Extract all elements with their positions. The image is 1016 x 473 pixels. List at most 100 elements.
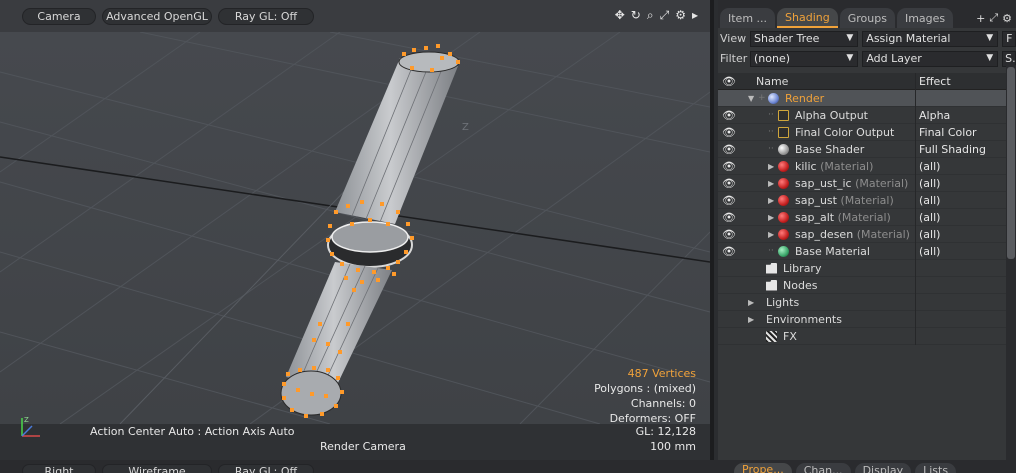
maximize-icon[interactable]: ⤢ — [660, 8, 670, 23]
filter-dropdown-value: (none) — [754, 52, 791, 65]
tree-row-sap-ust-ic[interactable]: 👁 ▶ sap_ust_ic (Material) (all) — [718, 174, 1016, 192]
view-dropdown[interactable]: Shader Tree ▼ — [750, 30, 859, 47]
view-dropdown-value: Shader Tree — [754, 32, 820, 45]
tree-scrollbar[interactable] — [1006, 65, 1016, 460]
tree-item-effect[interactable]: (all) — [916, 211, 940, 224]
eye-icon[interactable]: 👁 — [718, 143, 740, 156]
clapperboard-icon — [766, 330, 777, 342]
channel-count: Channels: 0 — [630, 397, 696, 410]
ray-gl-toggle[interactable]: Ray GL: Off — [218, 7, 314, 25]
tree-row-base-shader[interactable]: 👁 ·· Base Shader Full Shading — [718, 140, 1016, 158]
view-dropdown-bottom[interactable]: Right — [22, 464, 96, 473]
eye-icon[interactable]: 👁 — [718, 245, 740, 258]
tree-item-label: Nodes — [783, 278, 818, 292]
eye-icon[interactable]: 👁 — [718, 194, 740, 207]
tab-lists[interactable]: Lists — [915, 463, 957, 473]
tree-row-alpha-output[interactable]: 👁 ·· Alpha Output Alpha — [718, 106, 1016, 124]
tree-item-effect[interactable]: Alpha — [916, 109, 950, 122]
tab-groups[interactable]: Groups — [839, 8, 895, 28]
tree-row-nodes[interactable]: Nodes — [718, 276, 1016, 294]
tab-shading[interactable]: Shading — [777, 8, 838, 28]
tab-channels[interactable]: Chan... — [795, 463, 851, 473]
material-icon — [778, 194, 789, 206]
lower-panels: Right Wireframe Ray GL: Off Prope... Cha… — [0, 460, 1016, 473]
tree-row-render[interactable]: ▼ + Render — [718, 89, 1016, 107]
expand-arrow-icon[interactable]: ▶ — [748, 315, 758, 324]
3d-viewport[interactable]: Camera Advanced OpenGL Ray GL: Off ✥ ↻ ⌕… — [0, 0, 714, 460]
tree-item-label: Environments — [766, 312, 842, 326]
eye-icon[interactable]: 👁 — [718, 177, 740, 190]
tab-display[interactable]: Display — [854, 463, 912, 473]
expand-arrow-icon[interactable]: ▶ — [768, 196, 778, 205]
shader-icon — [778, 143, 789, 155]
tab-item[interactable]: Item ... — [720, 8, 776, 28]
scrollbar-thumb[interactable] — [1007, 67, 1015, 259]
effect-column-header[interactable]: Effect — [916, 75, 951, 88]
add-tab-icon[interactable]: + — [976, 12, 985, 25]
tree-row-final-color-output[interactable]: 👁 ·· Final Color Output Final Color — [718, 123, 1016, 141]
tree-row-library[interactable]: Library — [718, 259, 1016, 277]
filter-row: Filter (none) ▼ Add Layer ▼ S... — [718, 49, 1016, 68]
eye-icon[interactable]: 👁 — [718, 126, 740, 139]
tree-item-effect[interactable]: (all) — [916, 228, 940, 241]
tree-item-label: Lights — [766, 295, 800, 309]
tree-item-effect[interactable]: Full Shading — [916, 143, 986, 156]
tree-item-effect[interactable]: (all) — [916, 194, 940, 207]
tab-properties[interactable]: Prope... — [734, 463, 792, 473]
expand-arrow-icon[interactable]: ▶ — [768, 230, 778, 239]
tree-row-kilic[interactable]: 👁 ▶ kilic (Material) (all) — [718, 157, 1016, 175]
filter-dropdown[interactable]: (none) ▼ — [750, 50, 859, 67]
tree-item-effect[interactable]: (all) — [916, 245, 940, 258]
s-button-label: S... — [1005, 52, 1016, 65]
action-center-label: Action Center Auto : Action Axis Auto — [90, 425, 295, 438]
ray-gl-toggle-bottom[interactable]: Ray GL: Off — [218, 464, 314, 473]
svg-text:Z: Z — [24, 416, 29, 424]
material-icon — [778, 228, 789, 240]
expand-arrow-icon[interactable]: ▼ — [748, 94, 758, 103]
render-mode-dropdown-bottom[interactable]: Wireframe — [102, 464, 212, 473]
eye-icon[interactable]: 👁 — [718, 211, 740, 224]
tree-item-effect[interactable]: (all) — [916, 160, 940, 173]
camera-dropdown[interactable]: Camera — [22, 7, 96, 25]
tree-item-label: sap_desen — [795, 227, 854, 241]
tree-row-sap-desen[interactable]: 👁 ▶ sap_desen (Material) (all) — [718, 225, 1016, 243]
name-column-header[interactable]: Name — [740, 72, 916, 90]
eye-icon[interactable]: 👁 — [718, 228, 740, 241]
rotate-icon[interactable]: ↻ — [631, 8, 641, 23]
filter-label: Filter — [720, 52, 748, 65]
f-button[interactable]: F — [1002, 30, 1016, 47]
expand-arrow-icon[interactable]: ▶ — [768, 162, 778, 171]
tree-item-effect[interactable]: Final Color — [916, 126, 977, 139]
render-mode-dropdown[interactable]: Advanced OpenGL — [102, 7, 212, 25]
gear-icon[interactable]: ⚙ — [1002, 12, 1012, 25]
tree-row-sap-ust[interactable]: 👁 ▶ sap_ust (Material) (all) — [718, 191, 1016, 209]
chevron-down-icon: ▼ — [986, 52, 994, 63]
axis-gizmo-icon: Z — [21, 416, 40, 437]
assign-material-dropdown[interactable]: Assign Material ▼ — [862, 30, 999, 47]
tree-row-fx[interactable]: FX — [718, 327, 1016, 345]
expand-icon[interactable]: ⤢ — [989, 11, 998, 25]
expand-arrow-icon[interactable]: ▸ — [692, 8, 698, 23]
tree-row-base-material[interactable]: 👁 ·· Base Material (all) — [718, 242, 1016, 260]
add-layer-label: Add Layer — [866, 52, 922, 65]
tab-images[interactable]: Images — [896, 8, 954, 28]
tree-item-label: FX — [783, 329, 797, 343]
eye-icon[interactable]: 👁 — [718, 160, 740, 173]
tree-item-effect[interactable]: (all) — [916, 177, 940, 190]
expand-arrow-icon[interactable]: ▶ — [768, 213, 778, 222]
expand-arrow-icon[interactable]: ▶ — [768, 179, 778, 188]
tree-item-label: sap_ust — [795, 193, 837, 207]
pan-icon[interactable]: ✥ — [615, 8, 625, 23]
tree-row-sap-alt[interactable]: 👁 ▶ sap_alt (Material) (all) — [718, 208, 1016, 226]
zoom-icon[interactable]: ⌕ — [647, 8, 654, 23]
eye-icon[interactable]: 👁 — [718, 109, 740, 122]
tree-item-label: sap_ust_ic — [795, 176, 852, 190]
viewport-stats: 487 Vertices Polygons : (mixed) Channels… — [594, 366, 696, 426]
expand-arrow-icon[interactable]: ▶ — [748, 298, 758, 307]
tree-row-environments[interactable]: ▶ Environments — [718, 310, 1016, 328]
tree-row-lights[interactable]: ▶ Lights — [718, 293, 1016, 311]
add-layer-dropdown[interactable]: Add Layer ▼ — [862, 50, 999, 67]
z-axis-label: Z — [462, 122, 469, 133]
gear-icon[interactable]: ⚙ — [675, 8, 686, 23]
visibility-column-icon: 👁 — [722, 74, 736, 88]
